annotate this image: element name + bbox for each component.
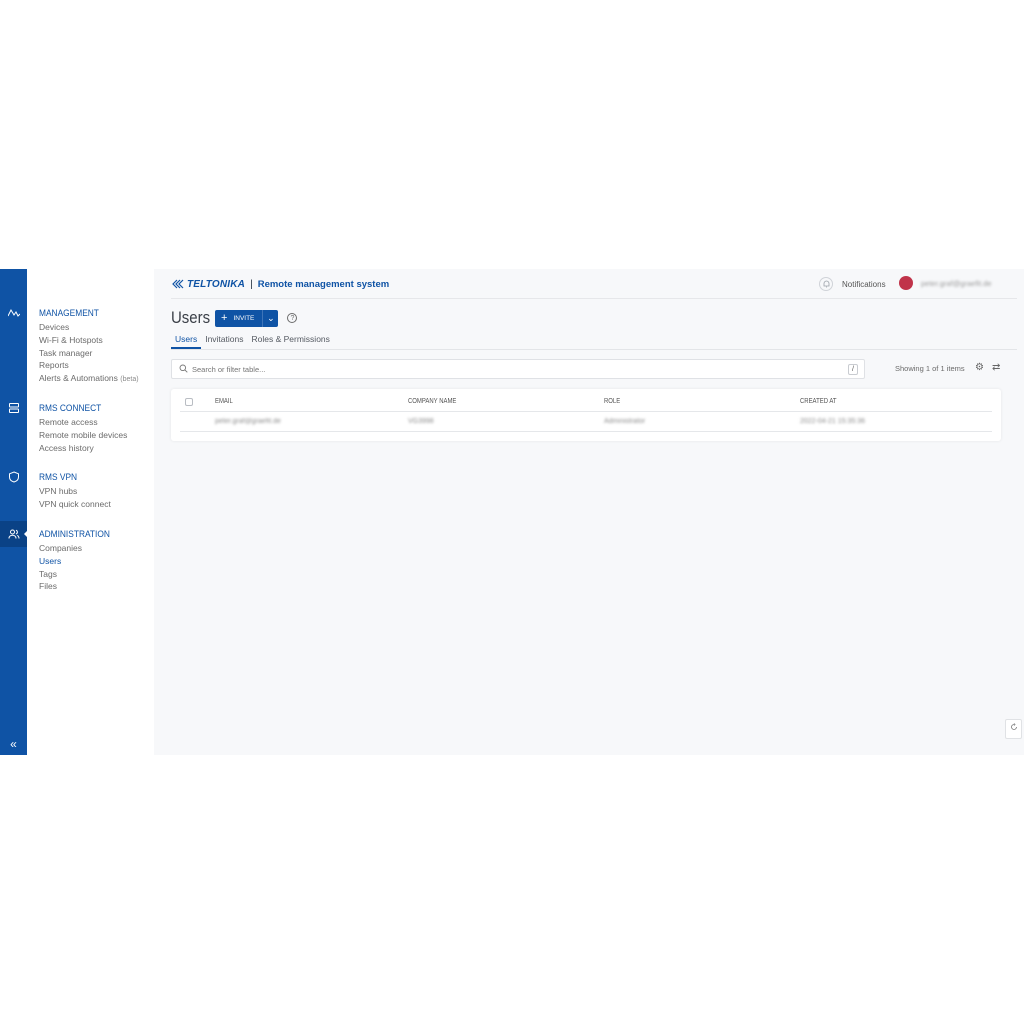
users-table: EMAIL COMPANY NAME ROLE CREATED AT peter… [171, 389, 1001, 441]
search-input[interactable] [192, 364, 832, 374]
page-title: Users [171, 308, 211, 327]
top-bar: TELTONIKA | Remote management system Not… [171, 269, 1017, 299]
column-header-company-name[interactable]: COMPANY NAME [408, 398, 456, 405]
table-row[interactable]: peter.graf@graefit.de VG3998 Administrat… [180, 413, 992, 432]
collapse-sidebar-icon[interactable]: « [0, 731, 27, 757]
avatar [899, 276, 913, 290]
teltonika-logo[interactable]: TELTONIKA | Remote management system [171, 277, 389, 291]
column-header-role[interactable]: ROLE [604, 398, 620, 405]
sidebar-item-reports[interactable]: Reports [39, 359, 139, 372]
sidebar-item-remote-access[interactable]: Remote access [39, 416, 127, 429]
nav-group-rms-vpn: RMS VPN VPN hubs VPN quick connect [39, 470, 111, 511]
search-icon [174, 364, 192, 375]
nav-group-administration: ADMINISTRATION Companies Users Tags File… [39, 527, 120, 593]
title-row: Users + INVITE ⌄ ? [171, 307, 298, 329]
help-icon[interactable]: ? [287, 313, 298, 323]
gear-icon[interactable]: ⚙ [975, 362, 984, 373]
notifications-label: Notifications [842, 279, 886, 289]
brand-name: TELTONIKA [187, 278, 246, 290]
scroll-top-button[interactable] [1005, 719, 1022, 739]
system-name: Remote management system [257, 278, 390, 290]
sidebar-item-task-manager[interactable]: Task manager [39, 347, 139, 360]
logo-separator: | [250, 278, 253, 290]
refresh-icon[interactable]: ⇄ [992, 362, 1000, 373]
refresh-circle-icon [1010, 723, 1017, 730]
invite-label: INVITE [233, 314, 255, 322]
user-email: peter.graf@graefit.de [921, 278, 992, 288]
invite-button-main[interactable]: + INVITE [215, 310, 262, 327]
sidebar-nav: MANAGEMENT Devices Wi-Fi & Hotspots Task… [27, 269, 154, 755]
search-shortcut-key: / [848, 364, 858, 375]
column-header-email[interactable]: EMAIL [215, 398, 233, 405]
app-window: « MANAGEMENT Devices Wi-Fi & Hotspots Ta… [0, 269, 1024, 755]
column-header-created-at[interactable]: CREATED AT [800, 398, 836, 405]
tab-invitations[interactable]: Invitations [201, 333, 247, 349]
table-header-row: EMAIL COMPANY NAME ROLE CREATED AT [180, 393, 992, 412]
nav-heading: RMS VPN [39, 472, 78, 483]
chevron-down-icon[interactable]: ⌄ [263, 313, 278, 324]
items-count: Showing 1 of 1 items [895, 364, 965, 373]
sidebar-item-files[interactable]: Files [39, 580, 120, 593]
shield-icon[interactable] [0, 464, 27, 490]
server-icon[interactable] [0, 395, 27, 421]
nav-group-management: MANAGEMENT Devices Wi-Fi & Hotspots Task… [39, 306, 139, 385]
sidebar-item-wifi-hotspots[interactable]: Wi-Fi & Hotspots [39, 334, 139, 347]
icon-rail: « [0, 269, 28, 757]
sidebar-item-users[interactable]: Users [39, 555, 120, 568]
select-all-checkbox[interactable] [185, 398, 193, 406]
activity-icon[interactable] [0, 300, 27, 326]
invite-button[interactable]: + INVITE ⌄ [215, 309, 279, 327]
sidebar-item-tags[interactable]: Tags [39, 568, 120, 581]
sidebar-item-vpn-quick-connect[interactable]: VPN quick connect [39, 498, 111, 511]
sidebar-item-alerts-automations[interactable]: Alerts & Automations (beta) [39, 372, 139, 385]
cell-role: Administrator [604, 418, 646, 425]
sidebar-item-remote-mobile-devices[interactable]: Remote mobile devices [39, 429, 127, 442]
nav-heading: RMS CONNECT [39, 403, 102, 414]
search-box[interactable]: / [171, 359, 865, 379]
cell-created-at: 2022-04-21 15:35:36 [800, 418, 865, 425]
main-content: TELTONIKA | Remote management system Not… [154, 269, 1024, 755]
plus-icon: + [221, 311, 228, 324]
teltonika-logo-icon [172, 279, 184, 289]
cell-company-name: VG3998 [408, 418, 434, 425]
bell-icon [819, 277, 833, 291]
user-menu[interactable]: peter.graf@graefit.de [899, 276, 992, 290]
sidebar-item-access-history[interactable]: Access history [39, 442, 127, 455]
sidebar-item-label: Alerts & Automations [39, 373, 118, 384]
cell-email: peter.graf@graefit.de [215, 418, 281, 425]
users-icon[interactable] [0, 521, 28, 547]
sidebar-item-vpn-hubs[interactable]: VPN hubs [39, 485, 111, 498]
nav-heading: MANAGEMENT [39, 308, 99, 319]
sidebar-item-devices[interactable]: Devices [39, 321, 139, 334]
tabs: Users Invitations Roles & Permissions [171, 333, 1017, 350]
beta-badge: (beta) [120, 376, 139, 384]
sidebar-item-companies[interactable]: Companies [39, 542, 120, 555]
nav-heading: ADMINISTRATION [39, 529, 110, 540]
tab-roles-permissions[interactable]: Roles & Permissions [247, 333, 333, 349]
nav-group-rms-connect: RMS CONNECT Remote access Remote mobile … [39, 401, 127, 454]
notifications-button[interactable]: Notifications [819, 277, 886, 291]
tab-users[interactable]: Users [171, 333, 202, 349]
